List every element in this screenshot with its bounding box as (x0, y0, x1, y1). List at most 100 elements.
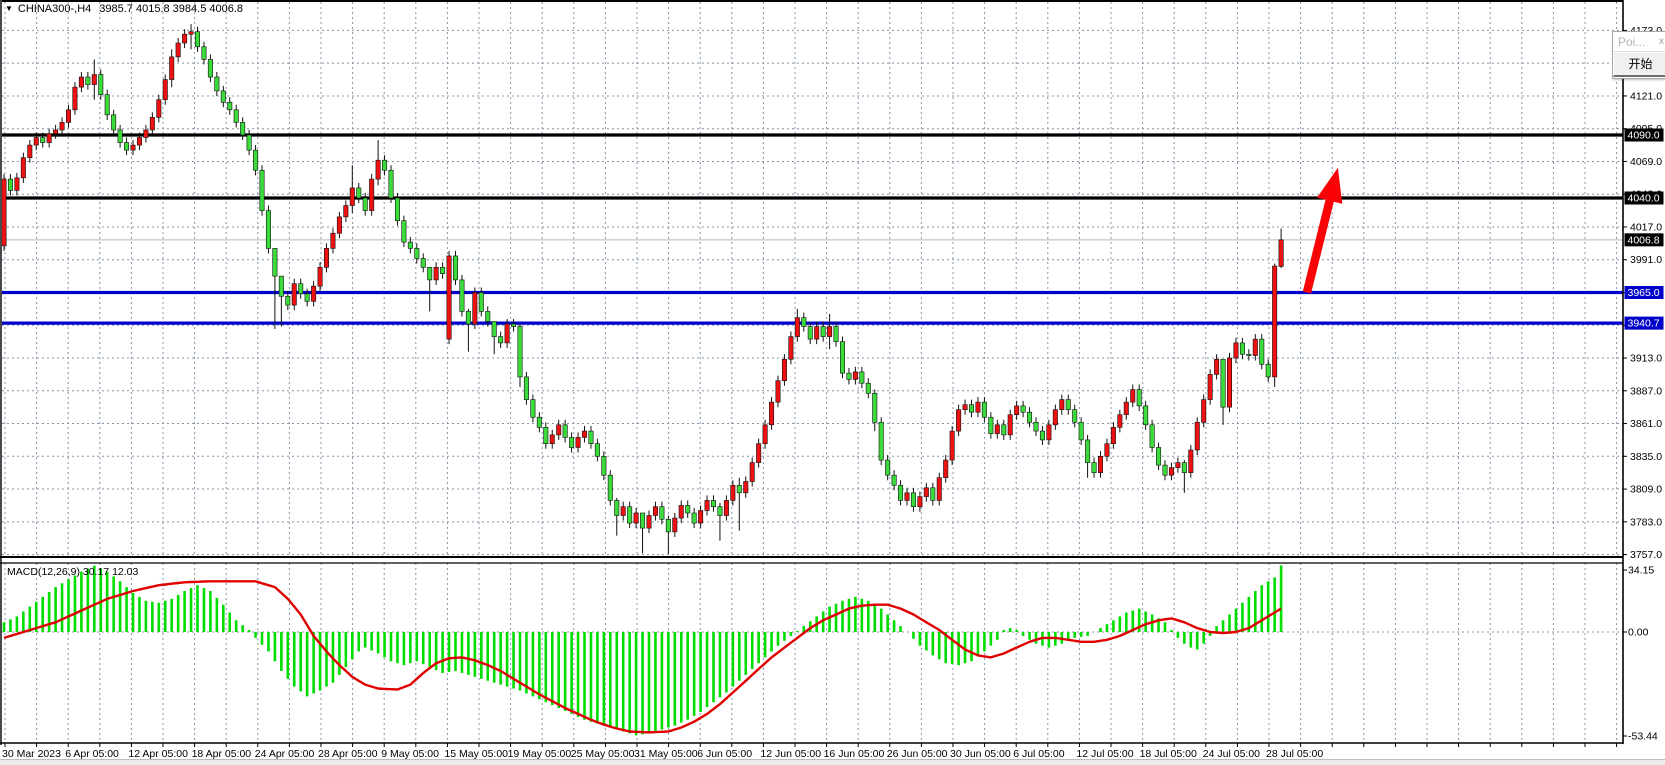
candle (1221, 359, 1225, 407)
candle (363, 198, 367, 211)
candle (937, 478, 941, 501)
candle (253, 150, 257, 170)
candle (692, 513, 696, 523)
candle (137, 138, 141, 146)
candle (473, 293, 477, 325)
candle (240, 122, 244, 135)
candle (170, 57, 174, 80)
candle (305, 294, 309, 302)
candle (460, 280, 464, 312)
grid-layer (2, 2, 1623, 743)
candle (847, 373, 851, 379)
candle (602, 456, 606, 475)
candle (1279, 240, 1283, 267)
candle (286, 296, 290, 305)
candle (157, 100, 161, 118)
panel-borders (0, 0, 1623, 745)
candle (350, 188, 354, 206)
price-tick-label: 3783.0 (1630, 516, 1662, 528)
candle (1137, 390, 1141, 406)
candle (776, 381, 780, 402)
candle (144, 130, 148, 138)
chevron-down-icon[interactable]: ▼ (5, 4, 13, 13)
candle (279, 276, 283, 296)
candle (866, 383, 870, 393)
candle (215, 77, 219, 91)
candle (228, 102, 232, 110)
candle (853, 372, 857, 380)
candle (563, 425, 567, 438)
candle (1189, 450, 1193, 473)
candle (1092, 463, 1096, 473)
candle (544, 427, 548, 443)
price-tick-label: 4121.0 (1630, 90, 1662, 102)
price-tick-label: 3757.0 (1630, 549, 1662, 561)
candle (808, 327, 812, 340)
candle (1060, 400, 1064, 410)
candle (124, 143, 128, 151)
candle (634, 513, 638, 523)
candle (247, 135, 251, 150)
candle (1027, 412, 1031, 422)
time-axis: 30 Mar 20236 Apr 05:0012 Apr 05:0018 Apr… (2, 743, 1617, 760)
level-lines (2, 135, 1623, 323)
macd-tick-label: 34.15 (1628, 565, 1654, 577)
candle (615, 500, 619, 515)
candle (1131, 390, 1135, 403)
price-tick-label: 3809.0 (1630, 484, 1662, 496)
candle (557, 425, 561, 435)
close-icon[interactable]: x (1657, 36, 1665, 47)
trend-arrow[interactable] (1307, 168, 1342, 293)
candle (1034, 422, 1038, 431)
candle (492, 321, 496, 336)
candle (421, 258, 425, 267)
candle (234, 110, 238, 123)
candle (389, 170, 393, 198)
candle (1105, 444, 1109, 457)
candle (505, 324, 509, 343)
candle (292, 284, 296, 305)
candle (873, 393, 877, 422)
candle (982, 402, 986, 417)
candle (1021, 406, 1025, 412)
candle (8, 179, 12, 190)
arrow-head-icon (1317, 168, 1342, 204)
candle (815, 327, 819, 340)
candle (524, 377, 528, 400)
candle (1124, 402, 1128, 415)
candle (673, 518, 677, 532)
popup-title: Poi... (1618, 35, 1645, 49)
macd-main-value: 30.17 (83, 566, 109, 578)
candle (1008, 415, 1012, 435)
candle (466, 311, 470, 324)
candle (344, 206, 348, 217)
candle (324, 248, 328, 267)
candle (1118, 415, 1122, 428)
macd-indicator-label: MACD(12,26,9) 30.17 12.03 (7, 566, 138, 578)
candle (827, 327, 831, 337)
candle (802, 318, 806, 327)
arrow-shaft (1307, 195, 1331, 293)
candle (1150, 425, 1154, 448)
candle (176, 43, 180, 57)
candle (195, 32, 199, 47)
candle (299, 284, 303, 294)
candle (608, 475, 612, 500)
candle (718, 507, 722, 516)
candle (686, 505, 690, 513)
candle (440, 267, 444, 273)
candle (1047, 425, 1051, 440)
price-tag-label: 3940.7 (1628, 318, 1660, 330)
popup-titlebar[interactable]: Poi... x (1613, 32, 1665, 52)
candle (1176, 463, 1180, 468)
candle (589, 431, 593, 444)
price-tag-label: 4040.0 (1628, 193, 1660, 205)
candle (995, 425, 999, 434)
candle (595, 444, 599, 457)
start-button[interactable]: 开始 (1613, 52, 1665, 77)
candle (737, 485, 741, 493)
candle (1002, 425, 1006, 435)
price-tick-label: 4069.0 (1630, 156, 1662, 168)
candle (73, 87, 77, 110)
candle (28, 145, 32, 158)
